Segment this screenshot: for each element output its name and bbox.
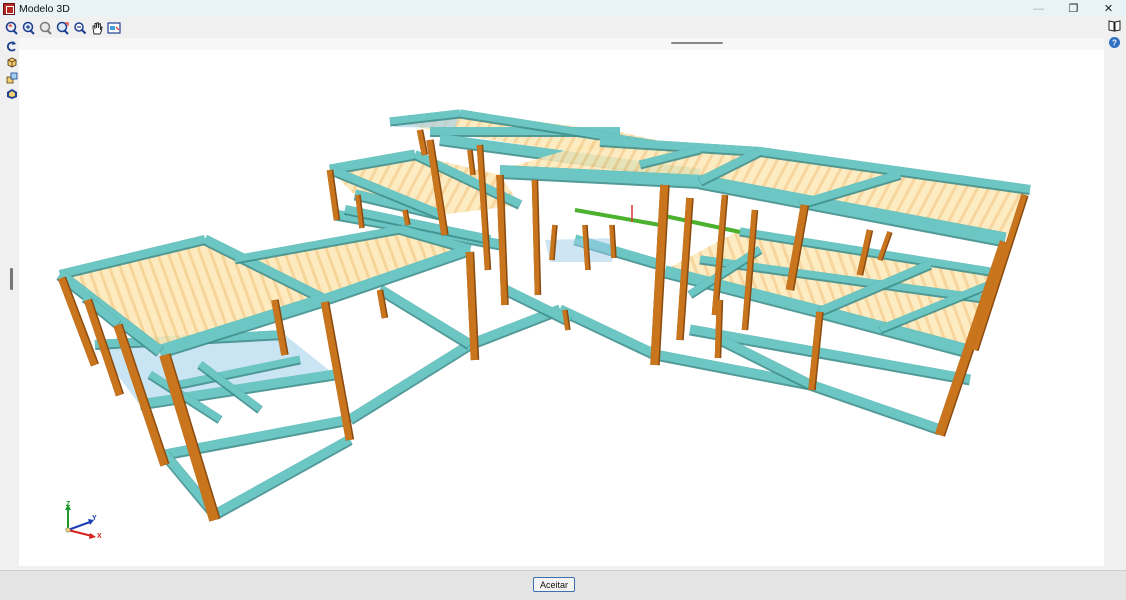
- column: [808, 311, 823, 391]
- ground-beam: [347, 340, 473, 423]
- green-beam: [574, 208, 661, 227]
- column: [531, 179, 540, 296]
- column: [609, 224, 616, 259]
- column: [465, 251, 478, 361]
- ground-beam: [808, 379, 942, 434]
- axis-z-label: Z: [66, 501, 71, 508]
- column: [714, 299, 722, 359]
- axis-y-label: Y: [92, 515, 97, 522]
- structure-3d-model: [56, 109, 1031, 522]
- green-beam: [659, 213, 741, 234]
- ground-beam: [377, 285, 473, 348]
- ground-beam: [558, 304, 657, 359]
- column: [650, 184, 669, 366]
- axis-triad: Z Y X: [65, 501, 102, 540]
- axis-x-label: X: [97, 533, 102, 540]
- accept-button[interactable]: Aceitar: [533, 577, 575, 592]
- model-3d-window: Modelo 3D — ❐ ✕ ? Aceitar Z Y X: [0, 0, 1126, 600]
- ground-beam: [212, 435, 353, 518]
